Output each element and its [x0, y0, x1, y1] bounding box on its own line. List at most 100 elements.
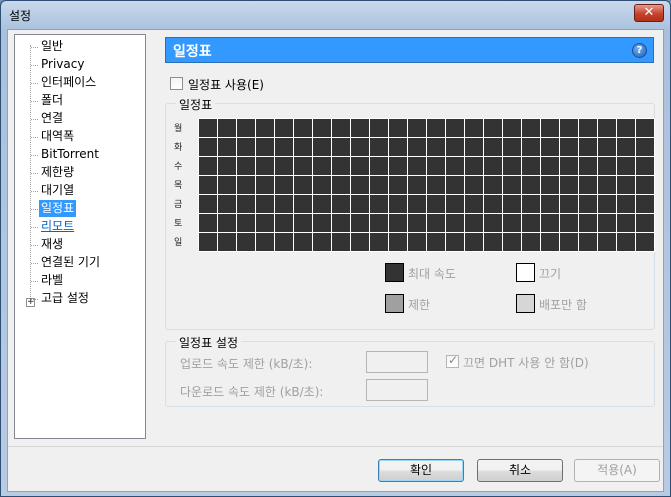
- schedule-cell[interactable]: [503, 195, 522, 214]
- enable-scheduler-label[interactable]: 일정표 사용(E): [188, 76, 264, 93]
- tree-item[interactable]: BitTorrent: [39, 146, 101, 163]
- schedule-cell[interactable]: [617, 138, 636, 157]
- schedule-cell[interactable]: [484, 138, 503, 157]
- schedule-cell[interactable]: [503, 157, 522, 176]
- schedule-cell[interactable]: [408, 233, 427, 252]
- schedule-cell[interactable]: [294, 138, 313, 157]
- schedule-cell[interactable]: [579, 138, 598, 157]
- apply-button[interactable]: 적용(A): [574, 459, 660, 482]
- schedule-cell[interactable]: [275, 214, 294, 233]
- schedule-cell[interactable]: [427, 195, 446, 214]
- schedule-cell[interactable]: [503, 233, 522, 252]
- schedule-cell[interactable]: [313, 214, 332, 233]
- schedule-cell[interactable]: [427, 138, 446, 157]
- schedule-cell[interactable]: [465, 176, 484, 195]
- schedule-cell[interactable]: [484, 119, 503, 138]
- schedule-cell[interactable]: [560, 214, 579, 233]
- schedule-cell[interactable]: [579, 214, 598, 233]
- tree-item[interactable]: 일정표: [39, 200, 77, 217]
- schedule-cell[interactable]: [351, 195, 370, 214]
- tree-item[interactable]: 리모트: [39, 218, 76, 235]
- schedule-cell[interactable]: [598, 233, 617, 252]
- schedule-cell[interactable]: [218, 157, 237, 176]
- schedule-cell[interactable]: [484, 233, 503, 252]
- tree-item[interactable]: 일반: [39, 38, 65, 55]
- schedule-cell[interactable]: [427, 119, 446, 138]
- schedule-cell[interactable]: [275, 176, 294, 195]
- schedule-cell[interactable]: [617, 176, 636, 195]
- schedule-cell[interactable]: [275, 119, 294, 138]
- schedule-cell[interactable]: [199, 138, 218, 157]
- schedule-cell[interactable]: [522, 233, 541, 252]
- schedule-cell[interactable]: [408, 138, 427, 157]
- schedule-cell[interactable]: [313, 176, 332, 195]
- schedule-cell[interactable]: [351, 157, 370, 176]
- schedule-cell[interactable]: [218, 176, 237, 195]
- schedule-cell[interactable]: [408, 195, 427, 214]
- schedule-cell[interactable]: [256, 176, 275, 195]
- schedule-cell[interactable]: [294, 119, 313, 138]
- schedule-cell[interactable]: [294, 176, 313, 195]
- schedule-cell[interactable]: [370, 176, 389, 195]
- schedule-cell[interactable]: [541, 195, 560, 214]
- schedule-cell[interactable]: [560, 157, 579, 176]
- ok-button[interactable]: 확인: [378, 459, 464, 482]
- schedule-cell[interactable]: [199, 157, 218, 176]
- schedule-cell[interactable]: [484, 195, 503, 214]
- schedule-cell[interactable]: [465, 119, 484, 138]
- schedule-cell[interactable]: [522, 195, 541, 214]
- schedule-cell[interactable]: [370, 138, 389, 157]
- schedule-cell[interactable]: [275, 138, 294, 157]
- schedule-cell[interactable]: [351, 119, 370, 138]
- close-button[interactable]: ✕: [634, 4, 664, 22]
- schedule-cell[interactable]: [256, 119, 275, 138]
- schedule-cell[interactable]: [636, 138, 655, 157]
- schedule-cell[interactable]: [427, 214, 446, 233]
- schedule-cell[interactable]: [617, 157, 636, 176]
- schedule-cell[interactable]: [598, 195, 617, 214]
- schedule-cell[interactable]: [294, 195, 313, 214]
- schedule-cell[interactable]: [275, 233, 294, 252]
- schedule-cell[interactable]: [465, 214, 484, 233]
- schedule-cell[interactable]: [579, 195, 598, 214]
- schedule-cell[interactable]: [199, 195, 218, 214]
- upload-limit-input[interactable]: [366, 351, 428, 373]
- tree-item[interactable]: 연결된 기기: [39, 254, 102, 271]
- schedule-cell[interactable]: [199, 176, 218, 195]
- schedule-cell[interactable]: [598, 214, 617, 233]
- schedule-cell[interactable]: [617, 233, 636, 252]
- schedule-cell[interactable]: [294, 214, 313, 233]
- schedule-cell[interactable]: [237, 138, 256, 157]
- tree-item[interactable]: 연결: [39, 110, 65, 127]
- schedule-cell[interactable]: [332, 119, 351, 138]
- schedule-cell[interactable]: [332, 214, 351, 233]
- schedule-cell[interactable]: [541, 138, 560, 157]
- schedule-cell[interactable]: [408, 119, 427, 138]
- schedule-cell[interactable]: [446, 214, 465, 233]
- schedule-cell[interactable]: [522, 138, 541, 157]
- schedule-cell[interactable]: [389, 119, 408, 138]
- schedule-cell[interactable]: [579, 157, 598, 176]
- schedule-cell[interactable]: [237, 195, 256, 214]
- schedule-cell[interactable]: [408, 157, 427, 176]
- schedule-cell[interactable]: [560, 176, 579, 195]
- schedule-cell[interactable]: [465, 138, 484, 157]
- tree-item[interactable]: Privacy: [39, 56, 86, 73]
- schedule-cell[interactable]: [522, 176, 541, 195]
- schedule-cell[interactable]: [560, 195, 579, 214]
- tree-item[interactable]: 대기열: [39, 182, 76, 199]
- schedule-cell[interactable]: [636, 157, 655, 176]
- schedule-cell[interactable]: [332, 233, 351, 252]
- schedule-cell[interactable]: [465, 233, 484, 252]
- schedule-cell[interactable]: [598, 176, 617, 195]
- schedule-cell[interactable]: [560, 119, 579, 138]
- schedule-cell[interactable]: [522, 119, 541, 138]
- schedule-cell[interactable]: [408, 214, 427, 233]
- schedule-cell[interactable]: [218, 195, 237, 214]
- schedule-cell[interactable]: [313, 119, 332, 138]
- schedule-cell[interactable]: [598, 138, 617, 157]
- help-icon[interactable]: ?: [632, 43, 647, 58]
- download-limit-input[interactable]: [366, 379, 428, 401]
- schedule-cell[interactable]: [541, 157, 560, 176]
- schedule-cell[interactable]: [370, 195, 389, 214]
